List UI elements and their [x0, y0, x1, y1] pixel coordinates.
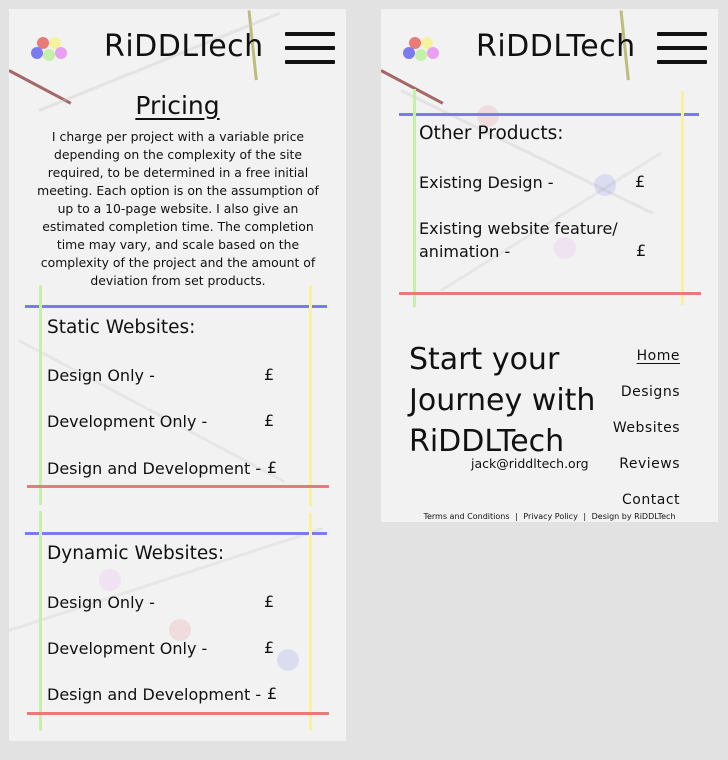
footer-nav-designs[interactable]: Designs — [621, 384, 680, 400]
call-to-action-heading: Start your Journey with RiDDLTech — [409, 339, 629, 462]
footer-nav-reviews[interactable]: Reviews — [619, 456, 680, 472]
static-design-and-development-price: £ — [267, 458, 278, 477]
privacy-policy-link[interactable]: Privacy Policy — [523, 512, 578, 521]
brand-name[interactable]: RiDDLTech — [104, 29, 264, 64]
dynamic-design-and-development-label: Design and Development - — [47, 685, 262, 704]
footer-legal-links: Terms and Conditions | Privacy Policy | … — [381, 512, 718, 521]
contact-email-link[interactable]: jack@riddltech.org — [471, 456, 589, 471]
cta-line-1: Start your — [409, 342, 560, 377]
dynamic-design-and-development-price: £ — [267, 684, 278, 703]
page-title: Pricing — [135, 91, 220, 120]
legal-separator: | — [515, 512, 518, 521]
static-websites-title: Static Websites: — [47, 317, 196, 338]
legal-separator: | — [583, 512, 587, 521]
static-design-only-label: Design Only - — [47, 366, 155, 385]
cta-line-2: Journey with — [409, 383, 596, 418]
static-development-only-price: £ — [264, 411, 275, 430]
dynamic-development-only-label: Development Only - — [47, 639, 208, 658]
dynamic-design-only-label: Design Only - — [47, 593, 155, 612]
hamburger-menu-icon[interactable] — [657, 32, 707, 66]
pricing-panel: RiDDLTech Pricing I charge per project w… — [9, 9, 346, 741]
footer-nav-websites[interactable]: Websites — [613, 420, 680, 436]
dynamic-websites-title: Dynamic Websites: — [47, 543, 225, 564]
riddltech-logo-icon[interactable] — [29, 37, 67, 63]
existing-design-label: Existing Design - — [419, 173, 554, 192]
static-design-and-development-label: Design and Development - — [47, 459, 262, 478]
existing-design-price: £ — [635, 172, 646, 191]
other-products-title: Other Products: — [419, 123, 564, 144]
footer-nav-home[interactable]: Home — [637, 348, 680, 364]
static-development-only-label: Development Only - — [47, 412, 208, 431]
pricing-intro: I charge per project with a variable pri… — [37, 129, 319, 288]
hamburger-menu-icon[interactable] — [285, 32, 335, 66]
existing-feature-label-line1: Existing website feature/ — [419, 219, 618, 238]
terms-and-conditions-link[interactable]: Terms and Conditions — [423, 512, 509, 521]
footer-nav-contact[interactable]: Contact — [622, 492, 680, 508]
products-footer-panel: RiDDLTech Other Products: Existing Desig… — [381, 9, 718, 522]
existing-feature-label-line2: animation - — [419, 242, 511, 261]
brand-name[interactable]: RiDDLTech — [476, 29, 636, 64]
static-design-only-price: £ — [264, 365, 275, 384]
dynamic-design-only-price: £ — [264, 592, 275, 611]
dynamic-development-only-price: £ — [264, 638, 275, 657]
existing-feature-price: £ — [636, 241, 647, 260]
riddltech-logo-icon[interactable] — [401, 37, 439, 63]
design-credit-link[interactable]: Design by RiDDLTech — [592, 512, 676, 521]
